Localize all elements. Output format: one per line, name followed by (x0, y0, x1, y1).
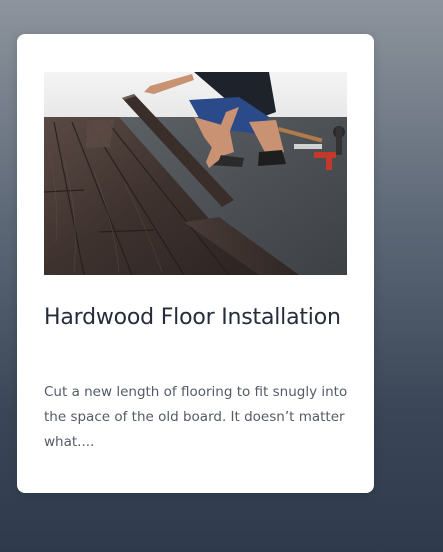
blog-post-card[interactable]: Hardwood Floor Installation Cut a new le… (17, 34, 374, 493)
post-thumbnail-image[interactable] (44, 72, 347, 275)
post-title[interactable]: Hardwood Floor Installation (44, 300, 354, 335)
post-excerpt: Cut a new length of flooring to fit snug… (44, 384, 348, 450)
